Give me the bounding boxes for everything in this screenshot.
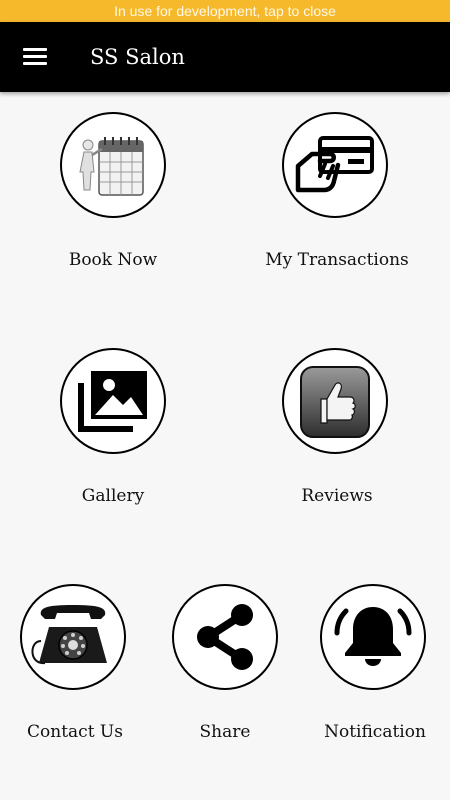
gallery-circle: [60, 348, 166, 454]
share-icon: [197, 604, 253, 670]
my-transactions-circle: [282, 112, 388, 218]
app-title: SS Salon: [90, 45, 185, 69]
credit-card-hand-icon: [295, 136, 374, 193]
book-now-tile[interactable]: Book Now: [38, 112, 188, 272]
notification-tile[interactable]: Notification: [300, 584, 450, 744]
share-circle: [172, 584, 278, 690]
reviews-tile[interactable]: Reviews: [262, 348, 412, 508]
calendar-person-icon: [79, 137, 144, 196]
gallery-label: Gallery: [81, 486, 145, 506]
contact-us-tile[interactable]: Contact Us: [0, 584, 150, 744]
hamburger-menu-icon[interactable]: [18, 44, 52, 70]
contact-us-circle: [20, 584, 126, 690]
contact-us-label: Contact Us: [27, 722, 123, 742]
my-transactions-tile[interactable]: My Transactions: [262, 112, 412, 272]
notification-circle: [320, 584, 426, 690]
gallery-tile[interactable]: Gallery: [38, 348, 188, 508]
dev-banner[interactable]: In use for development, tap to close: [0, 0, 450, 22]
reviews-label: Reviews: [301, 486, 373, 506]
image-gallery-icon: [78, 371, 147, 432]
my-transactions-label: My Transactions: [265, 250, 409, 270]
book-now-label: Book Now: [68, 250, 158, 270]
share-tile[interactable]: Share: [150, 584, 300, 744]
book-now-circle: [60, 112, 166, 218]
reviews-circle: [282, 348, 388, 454]
share-label: Share: [199, 722, 251, 742]
app-bar: SS Salon: [0, 22, 450, 92]
notification-label: Notification: [324, 722, 426, 742]
bell-icon: [334, 607, 412, 666]
rotary-telephone-icon: [31, 605, 107, 665]
thumbs-up-icon: [300, 366, 370, 438]
